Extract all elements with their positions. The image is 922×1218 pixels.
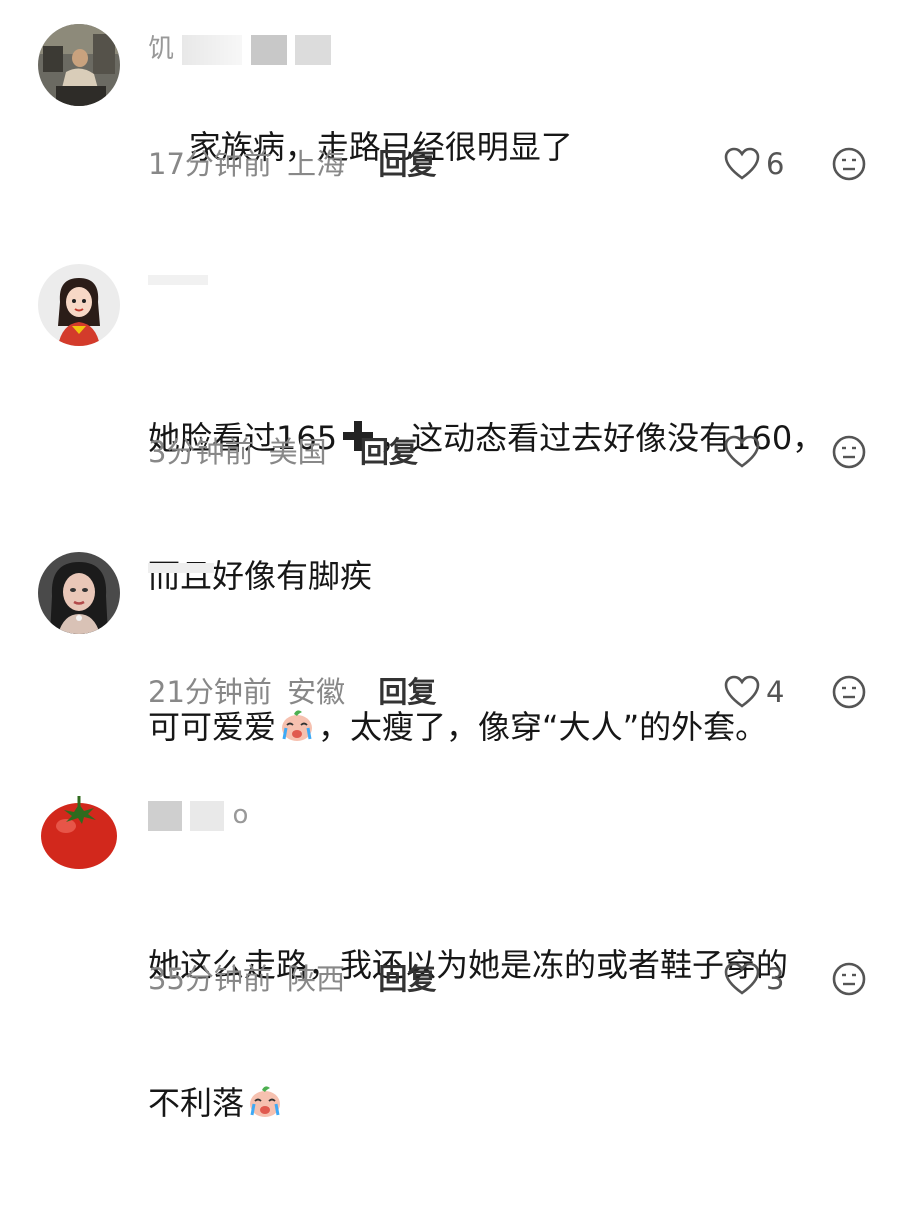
like-count: 4 [766,675,785,709]
comment-time: 35分钟前 [148,962,272,996]
username-redacted [148,800,182,831]
username-redacted [250,34,287,65]
reply-button[interactable]: 回复 [360,435,418,469]
comment-text: 可可爱爱 ，太瘦了，像穿“大人”的外套。 [148,612,888,842]
neutral-face-icon[interactable] [832,675,866,709]
tomato-avatar-icon [38,790,120,872]
comment-location: 陕西 [287,962,346,996]
comment-time: 3分钟前 [148,435,254,469]
like-button[interactable]: 4 [724,672,784,712]
comment-text-line: 不利落 [148,1080,888,1126]
heart-outline-icon [724,435,760,468]
heart-outline-icon [724,147,760,180]
comment-time: 17分钟前 [148,147,272,181]
username-redacted [182,34,243,65]
man-in-chair-avatar-icon [38,24,120,106]
comment-text: 她这么走路，我还以为她是冻的或者鞋子穿的 不利落 [148,850,888,1218]
reply-button[interactable]: 回复 [378,675,436,709]
heart-outline-icon [724,962,760,995]
username[interactable] [148,264,208,294]
comment-location: 上海 [287,147,346,181]
neutral-face-icon[interactable] [832,435,866,469]
comment-meta: 17分钟前 上海 回复 [148,144,436,184]
heart-outline-icon [724,675,760,708]
username-redacted [148,562,214,573]
user-avatar[interactable] [38,264,120,346]
reply-button[interactable]: 回复 [378,962,436,996]
username-redacted [190,800,225,831]
neutral-face-icon[interactable] [832,962,866,996]
username-redacted [294,34,331,65]
comment-meta: 21分钟前 安徽 回复 [148,672,436,712]
cartoon-girl-avatar-icon [38,264,120,346]
comment-meta: 35分钟前 陕西 回复 [148,959,436,999]
user-avatar[interactable] [38,24,120,106]
comment-time: 21分钟前 [148,675,272,709]
comment-text-segment: ，太瘦了，像穿“大人”的外套。 [318,708,768,746]
username-redacted [148,274,208,285]
username[interactable]: o [148,800,249,831]
like-count: 3 [766,962,785,996]
like-button[interactable]: 6 [724,144,784,184]
username-text: o [232,800,249,830]
comment-location: 美国 [268,435,327,469]
comment-text-line: 而且好像有脚疾 [148,557,373,595]
like-button[interactable] [724,432,766,472]
like-button[interactable]: 3 [724,959,784,999]
crying-peach-emoji-icon [250,1086,281,1117]
username[interactable]: 饥 [148,28,331,65]
comment-location: 安徽 [287,675,346,709]
comment-text-segment: 可可爱爱 [148,708,277,746]
username[interactable] [148,552,214,582]
username-text: 饥 [148,34,175,64]
reply-button[interactable]: 回复 [378,147,436,181]
comment-meta: 3分钟前 美国 回复 [148,432,418,472]
user-avatar[interactable] [38,552,120,634]
user-avatar[interactable] [38,790,120,872]
woman-portrait-avatar-icon [38,552,120,634]
like-count: 6 [766,147,785,181]
neutral-face-icon[interactable] [832,147,866,181]
comment-text-segment: 不利落 [148,1084,245,1122]
